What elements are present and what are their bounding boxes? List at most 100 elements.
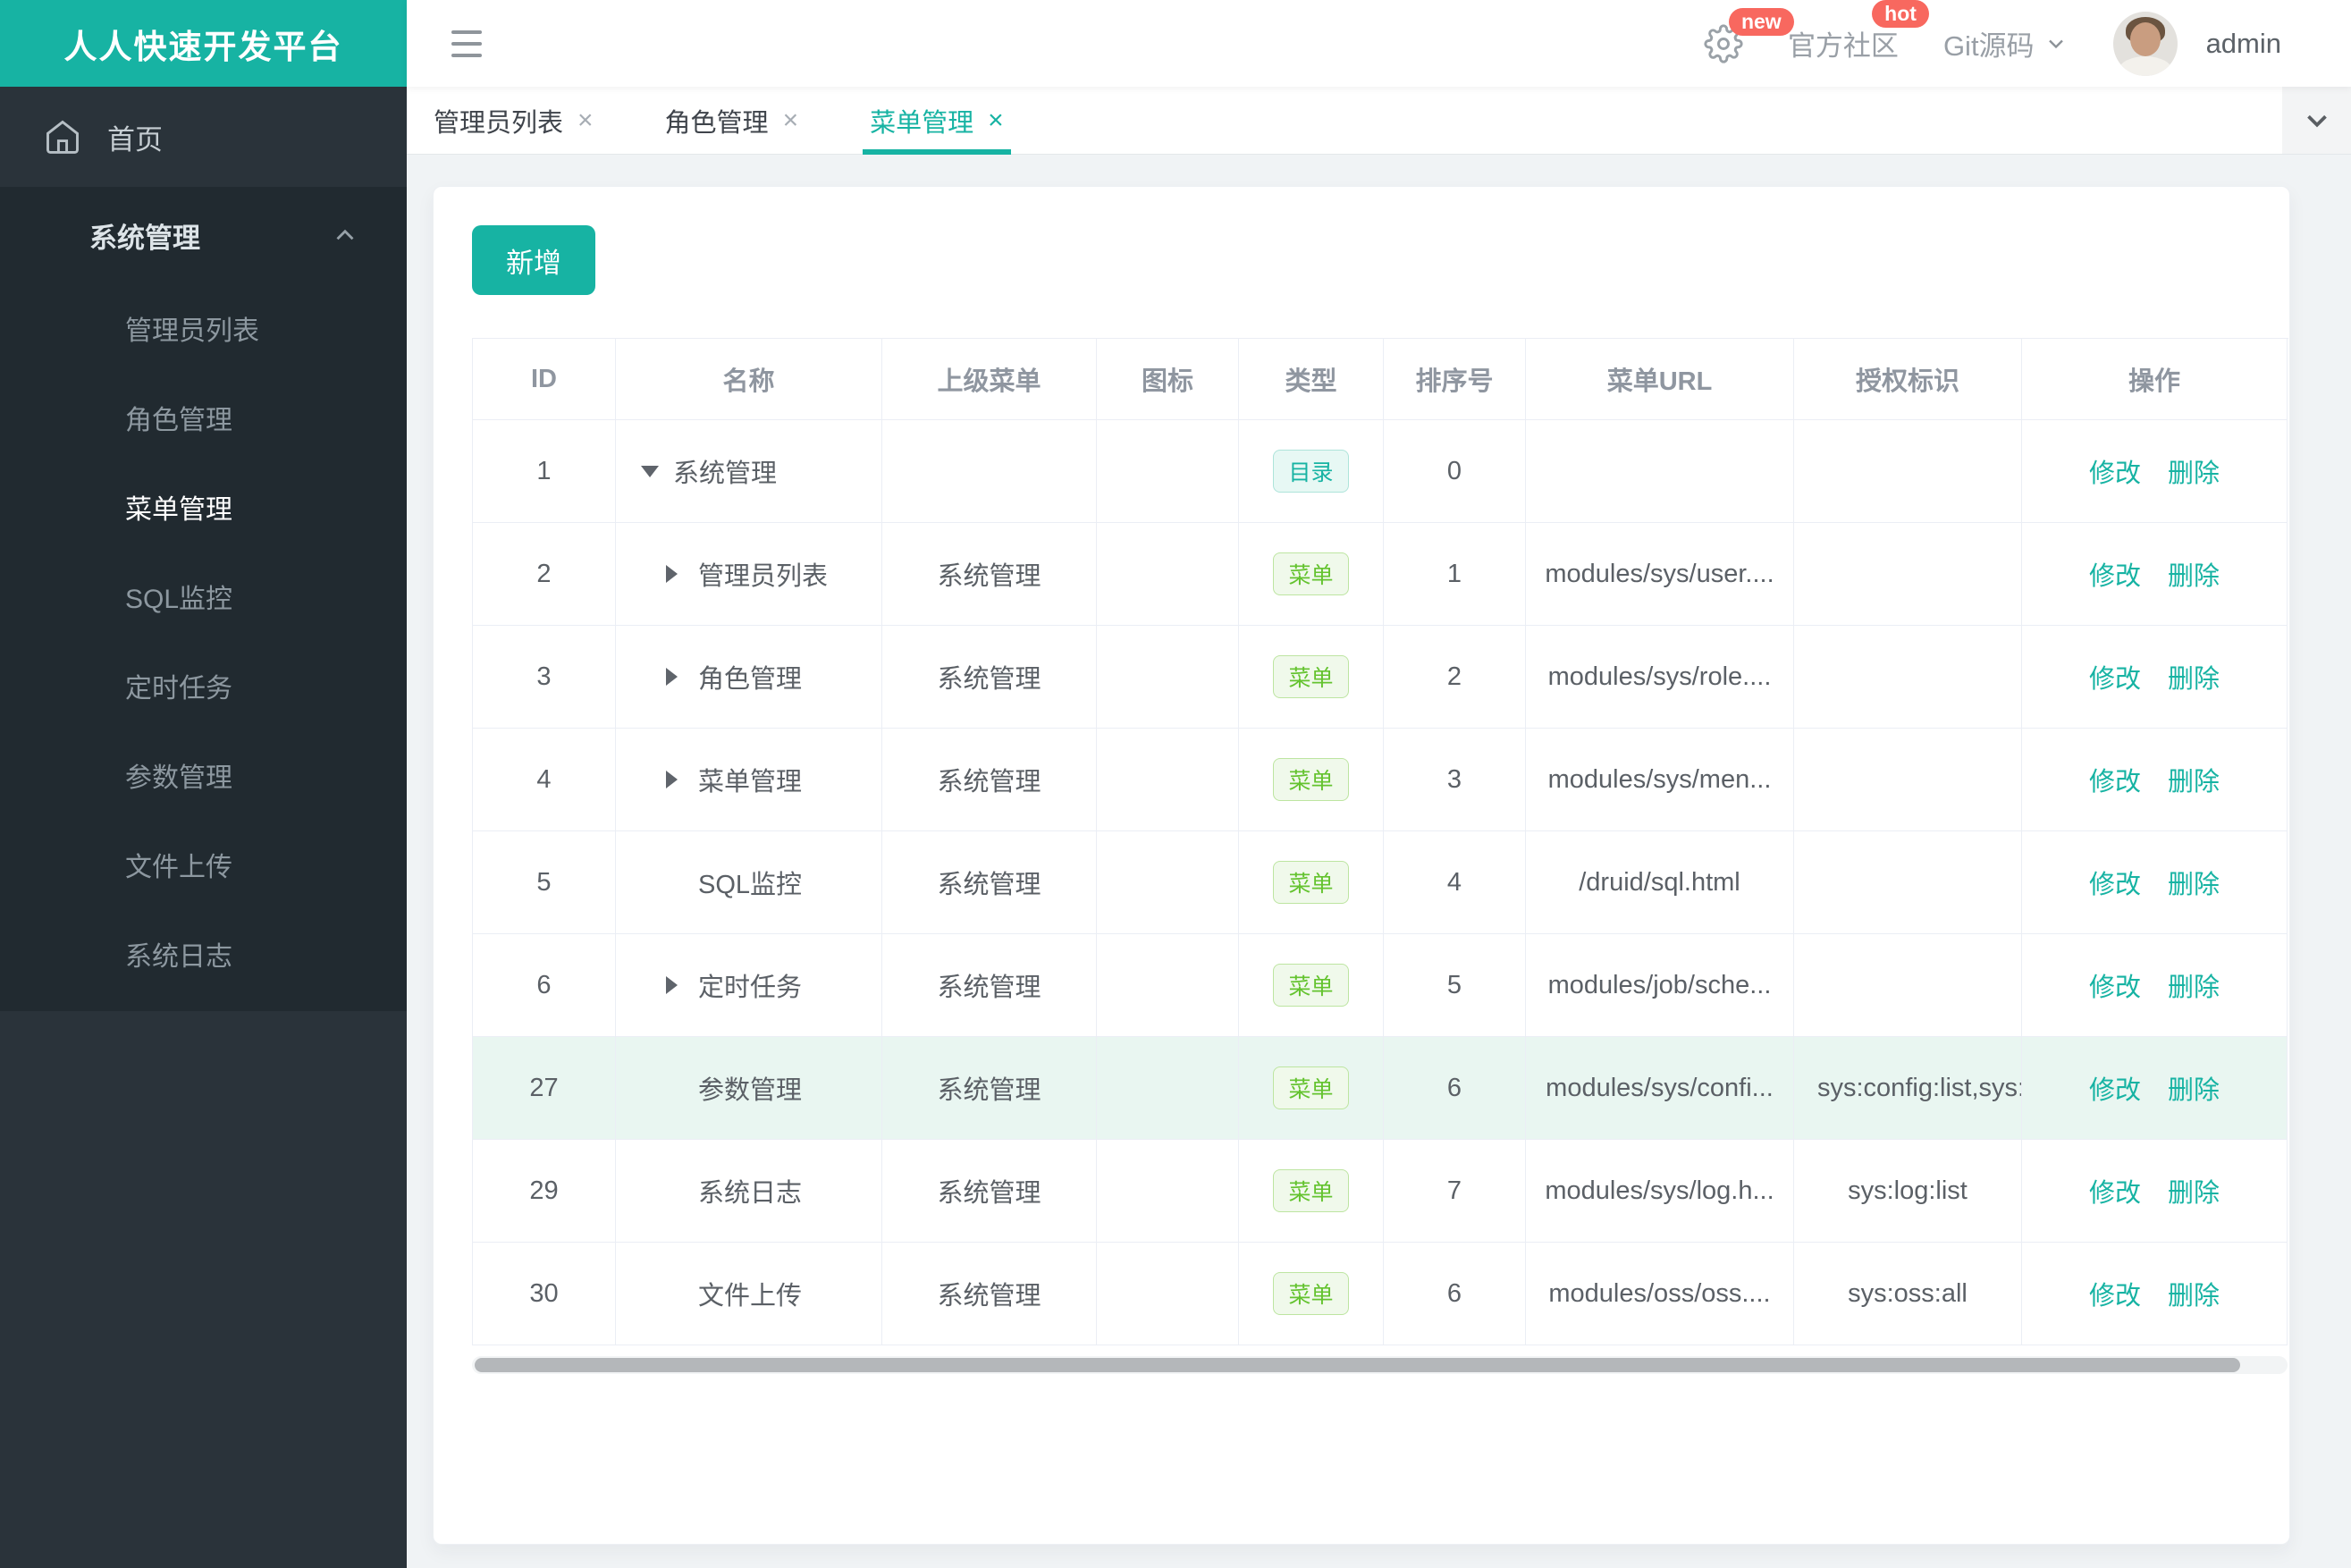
delete-link[interactable]: 删除: [2168, 555, 2220, 593]
cell-icon: [1097, 1243, 1239, 1345]
table-row[interactable]: 27 参数管理 系统管理 菜单 6 modules/sys/confi... sys:con…: [473, 1037, 2288, 1140]
hamburger-menu-icon[interactable]: [442, 21, 491, 66]
sidebar-item-管理员列表[interactable]: 管理员列表: [0, 283, 407, 373]
delete-link[interactable]: 删除: [2168, 864, 2220, 901]
cell-type: 菜单: [1239, 1037, 1384, 1140]
table-row[interactable]: 1 系统管理 目录 0 修改 删除: [473, 420, 2288, 523]
tree-expand-icon[interactable]: [666, 976, 698, 994]
menu-name-label: 系统管理: [673, 459, 778, 488]
chevron-down-icon: [2306, 114, 2327, 127]
edit-link[interactable]: 修改: [2089, 761, 2141, 798]
delete-link[interactable]: 删除: [2168, 761, 2220, 798]
tab-角色管理[interactable]: 角色管理 ×: [665, 87, 799, 154]
sidebar-item-SQL监控[interactable]: SQL监控: [0, 552, 407, 641]
edit-link[interactable]: 修改: [2089, 1275, 2141, 1312]
delete-link[interactable]: 删除: [2168, 966, 2220, 1004]
caret-down-icon: [2048, 39, 2063, 48]
cell-icon: [1097, 626, 1239, 729]
cell-name: 系统管理: [616, 420, 882, 523]
cell-actions: 修改 删除: [2022, 934, 2288, 1037]
triangle-right-icon: [666, 976, 678, 994]
table-row[interactable]: 4 菜单管理 系统管理 菜单 3 modules/sys/men... 修改 删除: [473, 729, 2288, 831]
table-row[interactable]: 5 SQL监控 系统管理 菜单 4/druid/sql.html 修改 删除: [473, 831, 2288, 934]
tree-expand-icon[interactable]: [666, 771, 698, 788]
community-label: 官方社区: [1787, 30, 1899, 62]
community-link[interactable]: 官方社区 hot: [1787, 0, 1929, 63]
tab-close-icon[interactable]: ×: [783, 106, 799, 134]
sidebar-item-系统日志[interactable]: 系统日志: [0, 909, 407, 999]
sidebar-item-参数管理[interactable]: 参数管理: [0, 730, 407, 820]
tab-label: 角色管理: [664, 108, 769, 138]
tab-管理员列表[interactable]: 管理员列表 ×: [434, 87, 594, 154]
type-badge: 菜单: [1273, 1169, 1349, 1212]
cell-actions: 修改 删除: [2022, 1243, 2288, 1345]
cell-icon: [1097, 420, 1239, 523]
menu-name-label: 文件上传: [698, 1282, 803, 1311]
delete-link[interactable]: 删除: [2168, 452, 2220, 490]
table-row[interactable]: 6 定时任务 系统管理 菜单 5 modules/job/sche... 修改 删除: [473, 934, 2288, 1037]
settings-button[interactable]: new: [1704, 7, 1794, 63]
cell-order: 5: [1384, 934, 1526, 1037]
horizontal-scrollbar[interactable]: [472, 1356, 2288, 1374]
edit-link[interactable]: 修改: [2089, 966, 2141, 1004]
cell-name: 文件上传: [616, 1243, 882, 1345]
triangle-right-icon: [666, 565, 678, 583]
tree-expand-icon[interactable]: [666, 565, 698, 583]
cell-type: 菜单: [1239, 523, 1384, 626]
type-badge: 菜单: [1273, 758, 1349, 801]
cell-auth: [1794, 831, 2022, 934]
cell-icon: [1097, 523, 1239, 626]
topbar-right: new 官方社区 hot Git源码 admin: [1704, 0, 2351, 76]
table-row[interactable]: 29 系统日志 系统管理 菜单 7 modules/sys/log.h... sys:log…: [473, 1140, 2288, 1243]
triangle-right-icon: [666, 771, 678, 788]
delete-link[interactable]: 删除: [2168, 658, 2220, 695]
cell-name: 角色管理: [616, 626, 882, 729]
sidebar-item-菜单管理[interactable]: 菜单管理: [0, 462, 407, 552]
tab-菜单管理[interactable]: 菜单管理 ×: [863, 87, 1011, 155]
avatar[interactable]: [2112, 11, 2178, 76]
sidebar-item-home[interactable]: 首页: [0, 87, 407, 187]
sidebar-item-角色管理[interactable]: 角色管理: [0, 373, 407, 462]
tab-close-icon[interactable]: ×: [577, 106, 594, 134]
table-row[interactable]: 3 角色管理 系统管理 菜单 2 modules/sys/role.... 修改 删除: [473, 626, 2288, 729]
username-label[interactable]: admin: [2206, 28, 2281, 60]
cell-order: 7: [1384, 1140, 1526, 1243]
column-header-ID: ID: [473, 339, 616, 420]
new-badge: new: [1728, 7, 1794, 36]
sidebar: 人人快速开发平台 首页 系统管理 管理员列表 角色管理 菜单管理 SQL监控 定时任务参…: [0, 0, 407, 1568]
table-row[interactable]: 2 管理员列表 系统管理 菜单 1 modules/sys/user.... 修改 删除: [473, 523, 2288, 626]
cell-parent: 系统管理: [882, 523, 1097, 626]
edit-link[interactable]: 修改: [2089, 1172, 2141, 1210]
cell-auth: sys:log:list: [1794, 1140, 2022, 1243]
sidebar-section-title[interactable]: 系统管理: [0, 187, 407, 283]
cell-order: 6: [1384, 1037, 1526, 1140]
tabbar-collapse-button[interactable]: [2282, 87, 2351, 154]
type-badge: 目录: [1273, 450, 1349, 493]
cell-actions: 修改 删除: [2022, 1140, 2288, 1243]
cell-parent: 系统管理: [882, 1037, 1097, 1140]
app-logo: 人人快速开发平台: [0, 0, 407, 87]
tree-expand-icon[interactable]: [641, 465, 673, 477]
column-header-图标: 图标: [1097, 339, 1239, 420]
sidebar-item-文件上传[interactable]: 文件上传: [0, 820, 407, 909]
edit-link[interactable]: 修改: [2089, 555, 2141, 593]
cell-type: 菜单: [1239, 934, 1384, 1037]
cell-url: modules/job/sche...: [1526, 934, 1794, 1037]
edit-link[interactable]: 修改: [2089, 658, 2141, 695]
column-header-菜单URL: 菜单URL: [1526, 339, 1794, 420]
table-row[interactable]: 30 文件上传 系统管理 菜单 6 modules/oss/oss.... sys:oss:…: [473, 1243, 2288, 1345]
edit-link[interactable]: 修改: [2089, 452, 2141, 490]
add-button[interactable]: 新增: [472, 225, 595, 295]
edit-link[interactable]: 修改: [2089, 1069, 2141, 1107]
tab-close-icon[interactable]: ×: [988, 106, 1004, 134]
scrollbar-thumb[interactable]: [475, 1358, 2240, 1372]
cell-id: 27: [473, 1037, 616, 1140]
tree-expand-icon[interactable]: [666, 668, 698, 686]
type-badge: 菜单: [1273, 861, 1349, 904]
sidebar-item-定时任务[interactable]: 定时任务: [0, 641, 407, 730]
delete-link[interactable]: 删除: [2168, 1069, 2220, 1107]
delete-link[interactable]: 删除: [2168, 1275, 2220, 1312]
git-source-dropdown[interactable]: Git源码: [1943, 23, 2069, 63]
delete-link[interactable]: 删除: [2168, 1172, 2220, 1210]
edit-link[interactable]: 修改: [2089, 864, 2141, 901]
